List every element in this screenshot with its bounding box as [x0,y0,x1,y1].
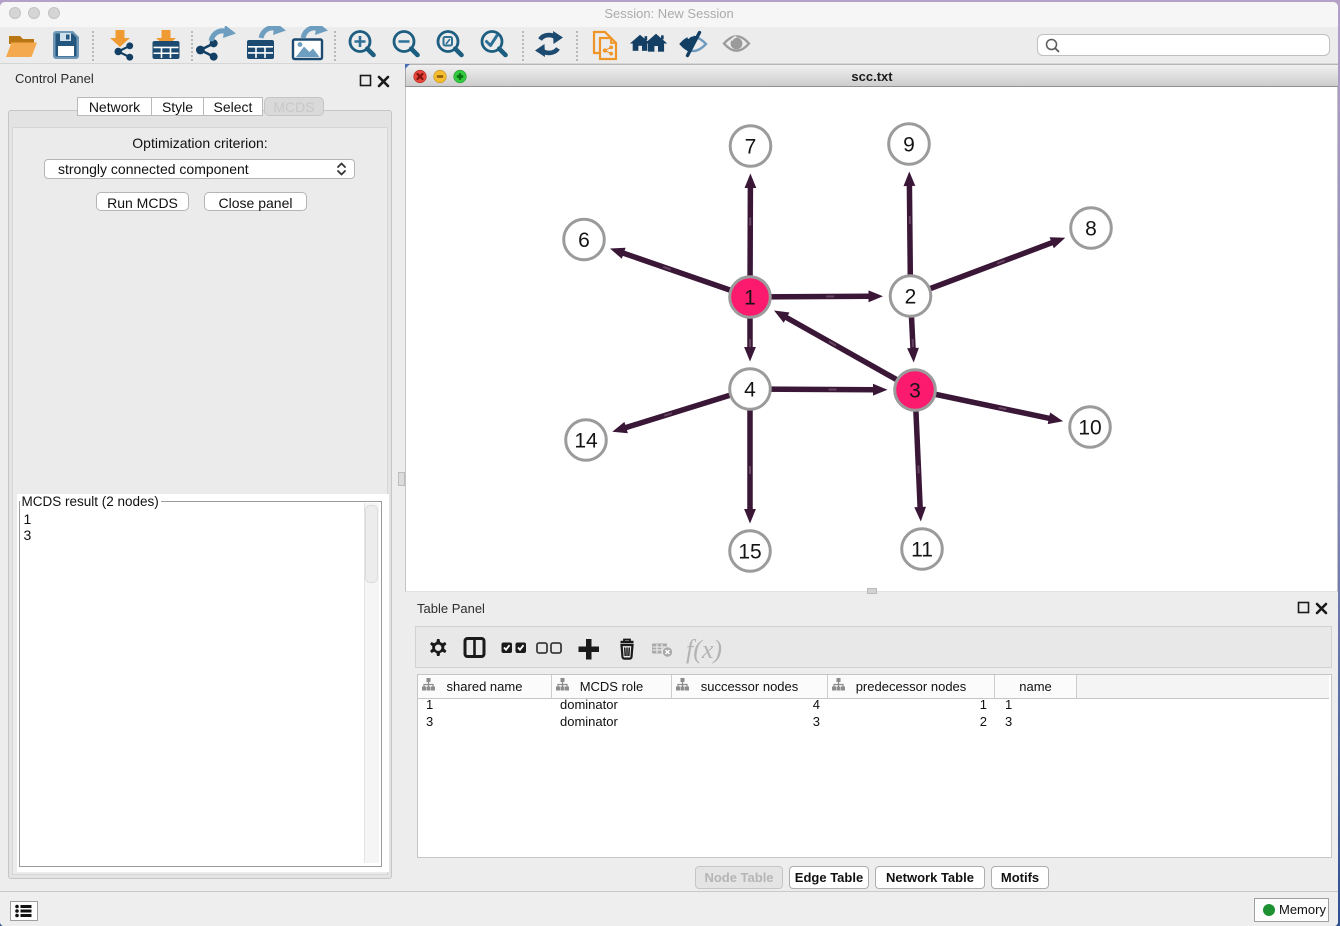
svg-text:14: 14 [574,430,598,453]
svg-text:15: 15 [738,541,761,564]
svg-text:1: 1 [744,287,756,310]
svg-text:10: 10 [1078,417,1101,440]
svg-text:3: 3 [909,380,921,403]
svg-text:11: 11 [911,539,933,562]
svg-text:2: 2 [905,286,917,309]
svg-text:f(x): f(x) [686,635,722,664]
svg-text:7: 7 [745,136,757,159]
svg-text:9: 9 [903,134,915,157]
svg-text:6: 6 [578,229,590,252]
svg-text:8: 8 [1085,218,1097,241]
svg-text:4: 4 [744,379,756,402]
